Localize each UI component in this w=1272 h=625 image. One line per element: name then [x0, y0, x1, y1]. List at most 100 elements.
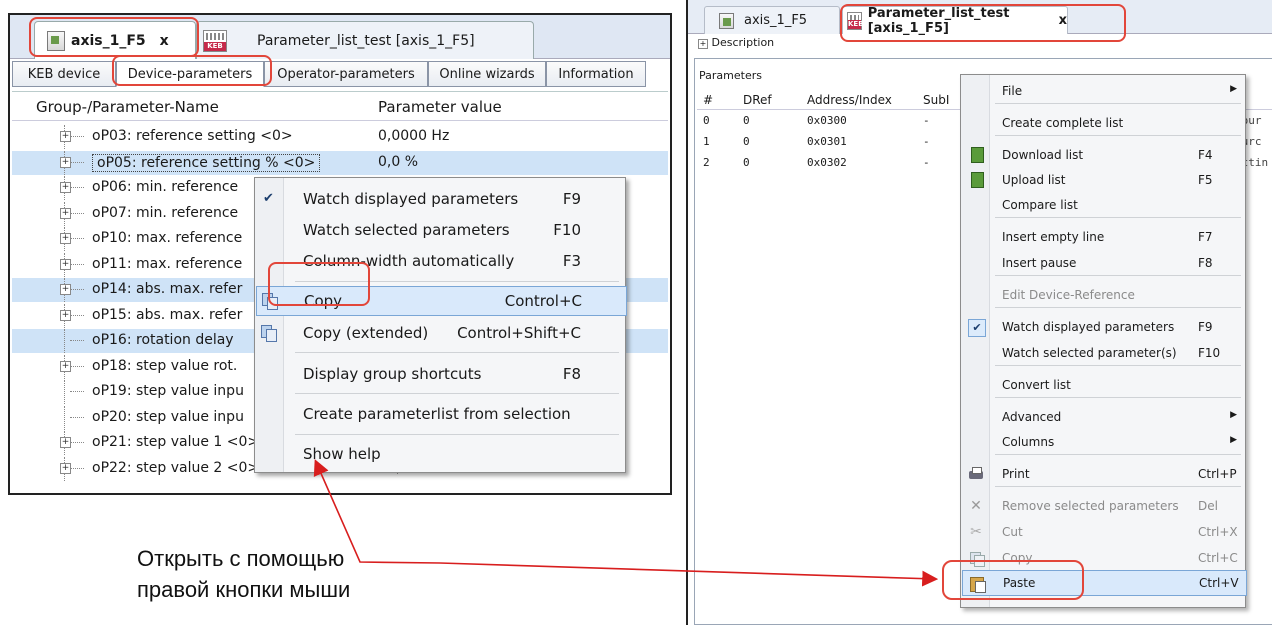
parameter-name: oP05: reference setting % <0>	[92, 153, 321, 172]
parameter-name: oP14: abs. max. refer	[92, 281, 243, 297]
tree-connector	[70, 467, 84, 469]
tree-connector	[64, 380, 65, 404]
menu-item-label: Show help	[303, 445, 381, 463]
menu-item-convert-list[interactable]: Convert list	[962, 373, 1245, 397]
menu-item-shortcut: Ctrl+C	[1198, 551, 1238, 565]
parameter-name: oP07: min. reference	[92, 204, 239, 221]
menu-item-label: Print	[1002, 467, 1030, 481]
tree-connector	[70, 314, 84, 316]
parameter-name: oP20: step value inpu	[92, 408, 244, 425]
checkmark-icon: ✔	[263, 191, 274, 206]
keb-icon	[203, 29, 227, 52]
parameters-label: Parameters	[699, 69, 762, 82]
menu-separator	[295, 352, 619, 353]
column-header-subindex[interactable]: SubI	[923, 93, 949, 107]
tree-connector	[70, 136, 84, 137]
menu-item-shortcut: F3	[562, 252, 581, 270]
menu-item-watch-displayed[interactable]: ✔ Watch displayed parameters F9	[256, 185, 625, 213]
highlight-ring-paste	[942, 560, 1084, 600]
tab-label: axis_1_F5	[744, 13, 808, 28]
column-header-dref[interactable]: DRef	[743, 93, 772, 107]
tab-parameter-list-test[interactable]: Parameter_list_test [axis_1_F5]	[196, 21, 534, 59]
menu-separator	[995, 217, 1241, 218]
menu-item-shortcut: Ctrl+X	[1198, 525, 1238, 539]
highlight-ring-tab	[840, 4, 1126, 42]
submenu-arrow-icon: ▶	[1230, 435, 1237, 445]
tree-connector	[70, 289, 84, 290]
copy-extended-icon	[261, 325, 277, 342]
menu-item-label: Display group shortcuts	[303, 365, 482, 383]
menu-item-label: Advanced	[1002, 410, 1062, 424]
menu-item-shortcut: F9	[562, 190, 581, 208]
menu-item-shortcut: Ctrl+P	[1198, 467, 1237, 481]
menu-item-columns[interactable]: Columns ▶	[962, 430, 1245, 454]
tab-online-wizards[interactable]: Online wizards	[428, 61, 546, 87]
caption-line-2: правой кнопки мыши	[137, 577, 351, 602]
checkmark-icon: ✔	[968, 319, 986, 337]
column-header-value[interactable]: Parameter value	[378, 98, 502, 116]
menu-item-insert-pause[interactable]: Insert pause F8	[962, 251, 1245, 275]
remove-icon: ✕	[970, 498, 982, 514]
menu-item-watch-selected[interactable]: Watch selected parameters F10	[256, 216, 625, 244]
menu-item-create-complete-list[interactable]: Create complete list	[962, 111, 1245, 135]
parameter-name: oP06: min. reference	[92, 179, 239, 195]
menu-item-show-help[interactable]: Show help	[256, 440, 625, 468]
tree-connector	[70, 391, 84, 392]
menu-item-shortcut: Ctrl+V	[1199, 576, 1239, 590]
menu-item-download-list[interactable]: Download list F4	[962, 143, 1245, 167]
table-cell-dref: 0	[743, 135, 750, 148]
tab-keb-device[interactable]: KEB device	[12, 61, 116, 87]
tab-axis-1-f5[interactable]: axis_1_F5	[704, 6, 840, 34]
description-expander[interactable]: + Description	[698, 36, 774, 49]
menu-item-shortcut: F8	[562, 365, 581, 383]
upload-icon	[971, 172, 984, 188]
menu-item-shortcut: F10	[553, 221, 581, 239]
menu-item-create-parameterlist[interactable]: Create parameterlist from selection	[256, 400, 625, 428]
context-menu: ✔ Watch displayed parameters F9 Watch se…	[254, 177, 627, 473]
caption-line-1: Открыть с помощью	[137, 546, 345, 571]
menu-item-copy-extended[interactable]: Copy (extended) Control+Shift+C	[256, 319, 625, 347]
menu-item-display-group-shortcuts[interactable]: Display group shortcuts F8	[256, 360, 625, 388]
menu-separator	[295, 434, 619, 435]
tree-connector	[70, 442, 84, 443]
parameter-name: oP11: max. reference	[92, 255, 243, 272]
menu-item-watch-displayed-parameters[interactable]: ✔ Watch displayed parameters F9	[962, 315, 1245, 339]
menu-item-label: Watch displayed parameters	[1002, 320, 1175, 334]
menu-item-label: Create complete list	[1002, 116, 1124, 130]
column-header-name[interactable]: Group-/Parameter-Name	[36, 98, 219, 116]
parameter-name: oP19: step value inpu	[92, 383, 244, 399]
menu-item-print[interactable]: Print Ctrl+P	[962, 462, 1245, 486]
menu-item-label: Cut	[1002, 525, 1023, 539]
tree-connector	[70, 263, 84, 265]
table-cell-dref: 0	[743, 114, 750, 127]
tab-operator-parameters[interactable]: Operator-parameters	[264, 61, 428, 87]
menu-item-shortcut: F8	[1198, 256, 1213, 270]
menu-item-remove-selected-parameters[interactable]: ✕ Remove selected parameters Del	[962, 494, 1245, 518]
menu-item-compare-list[interactable]: Compare list	[962, 193, 1245, 217]
submenu-arrow-icon: ▶	[1230, 84, 1237, 94]
menu-item-insert-empty-line[interactable]: Insert empty line F7	[962, 225, 1245, 249]
menu-item-advanced[interactable]: Advanced ▶	[962, 405, 1245, 429]
tree-row[interactable]: + oP03: reference setting <0> 0,0000 Hz	[12, 125, 668, 149]
column-header-address[interactable]: Address/Index	[807, 93, 892, 107]
table-cell-addr: 0x0301	[807, 135, 847, 148]
menu-item-label: Insert pause	[1002, 256, 1077, 270]
menu-item-label: Create parameterlist from selection	[303, 405, 571, 423]
column-header-number[interactable]: #	[703, 93, 713, 107]
tree-connector	[70, 365, 84, 367]
tree-connector	[70, 238, 84, 239]
tree-row[interactable]: + oP05: reference setting % <0> 0,0 %	[12, 150, 668, 175]
menu-item-watch-selected-parameter-s[interactable]: Watch selected parameter(s) F10	[962, 341, 1245, 365]
menu-item-label: Insert empty line	[1002, 230, 1105, 244]
menu-item-shortcut: F4	[1198, 148, 1213, 162]
tab-information[interactable]: Information	[546, 61, 646, 87]
menu-item-cut[interactable]: ✂ Cut Ctrl+X	[962, 520, 1245, 544]
menu-separator	[995, 365, 1241, 366]
table-cell-n: 0	[703, 114, 710, 127]
parameter-name: oP16: rotation delay	[92, 332, 234, 348]
menu-item-file[interactable]: File ▶	[962, 79, 1245, 103]
menu-item-upload-list[interactable]: Upload list F5	[962, 168, 1245, 192]
menu-item-edit-device-reference[interactable]: Edit Device-Reference	[962, 283, 1245, 307]
table-cell-addr: 0x0300	[807, 114, 847, 127]
menu-item-shortcut: F5	[1198, 173, 1213, 187]
